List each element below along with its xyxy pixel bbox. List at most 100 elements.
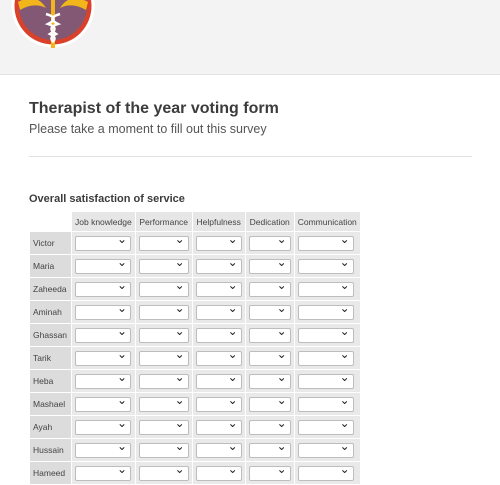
rating-select[interactable]: ⌄ (138, 346, 189, 366)
rating-select[interactable]: ⌄ (138, 392, 189, 412)
chevron-down-icon: ⌄ (339, 392, 350, 407)
rating-select[interactable]: ⌄ (75, 463, 131, 481)
chevron-down-icon: ⌄ (227, 392, 238, 407)
rating-select[interactable]: ⌄ (138, 302, 189, 320)
matrix-cell: ⌄ (135, 255, 192, 277)
rating-select[interactable]: ⌄ (75, 348, 131, 366)
matrix-corner (30, 212, 71, 231)
rating-select[interactable]: ⌄ (297, 371, 354, 389)
rating-select[interactable]: ⌄ (195, 392, 242, 412)
chevron-down-icon: ⌄ (174, 346, 185, 361)
row-label: Tarik (30, 347, 71, 369)
matrix-cell: ⌄ (135, 370, 192, 392)
rating-select[interactable]: ⌄ (195, 348, 242, 366)
matrix-cell: ⌄ (294, 232, 360, 254)
chevron-down-icon: ⌄ (174, 415, 185, 430)
rating-select[interactable]: ⌄ (248, 371, 291, 389)
rating-select[interactable]: ⌄ (248, 417, 291, 435)
rating-select[interactable]: ⌄ (75, 415, 131, 435)
matrix-header-row: Job knowledge Performance Helpfulness Dedic… (30, 212, 360, 231)
chevron-down-icon: ⌄ (227, 438, 238, 453)
chevron-down-icon: ⌄ (174, 231, 185, 246)
matrix-cell: ⌄ (72, 370, 135, 392)
rating-select[interactable]: ⌄ (297, 392, 354, 412)
rating-select[interactable]: ⌄ (138, 438, 189, 458)
matrix-cell: ⌄ (192, 324, 245, 346)
rating-select[interactable]: ⌄ (75, 254, 131, 274)
matrix-cell: ⌄ (245, 393, 294, 415)
rating-select[interactable]: ⌄ (297, 277, 354, 297)
rating-select[interactable]: ⌄ (248, 348, 291, 366)
rating-select[interactable]: ⌄ (297, 256, 354, 274)
matrix-cell: ⌄ (72, 347, 135, 369)
rating-select[interactable]: ⌄ (138, 463, 189, 481)
rating-select[interactable]: ⌄ (248, 302, 291, 320)
chevron-down-icon: ⌄ (276, 438, 287, 453)
rating-select[interactable]: ⌄ (297, 325, 354, 343)
matrix-cell: ⌄ (72, 416, 135, 438)
section-title: Overall satisfaction of service (29, 193, 185, 205)
matrix-cell: ⌄ (72, 255, 135, 277)
rating-select[interactable]: ⌄ (297, 302, 354, 320)
rating-select[interactable]: ⌄ (297, 417, 354, 435)
rating-select[interactable]: ⌄ (195, 369, 242, 389)
rating-select[interactable]: ⌄ (75, 394, 131, 412)
chevron-down-icon: ⌄ (174, 392, 185, 407)
rating-select[interactable]: ⌄ (75, 323, 131, 343)
rating-select[interactable]: ⌄ (297, 233, 354, 251)
rating-select[interactable]: ⌄ (297, 348, 354, 366)
rating-select[interactable]: ⌄ (75, 279, 131, 297)
rating-select[interactable]: ⌄ (138, 256, 189, 274)
rating-select[interactable]: ⌄ (195, 302, 242, 320)
matrix-row: Hussain ⌄ ⌄ ⌄ ⌄ ⌄ (30, 439, 360, 461)
chevron-down-icon: ⌄ (116, 254, 127, 269)
rating-select[interactable]: ⌄ (195, 438, 242, 458)
rating-select[interactable]: ⌄ (297, 440, 354, 458)
rating-select[interactable]: ⌄ (195, 256, 242, 274)
rating-select[interactable]: ⌄ (138, 371, 189, 389)
row-label: Ghassan (30, 324, 71, 346)
chevron-down-icon: ⌄ (116, 369, 127, 384)
chevron-down-icon: ⌄ (116, 415, 127, 430)
rating-select[interactable]: ⌄ (138, 279, 189, 297)
matrix-row: Zaheeda ⌄ ⌄ ⌄ ⌄ ⌄ (30, 278, 360, 300)
rating-select[interactable]: ⌄ (195, 279, 242, 297)
rating-select[interactable]: ⌄ (75, 440, 131, 458)
chevron-down-icon: ⌄ (227, 231, 238, 246)
chevron-down-icon: ⌄ (339, 461, 350, 476)
matrix-cell: ⌄ (245, 416, 294, 438)
chevron-down-icon: ⌄ (227, 461, 238, 476)
chevron-down-icon: ⌄ (227, 369, 238, 384)
chevron-down-icon: ⌄ (276, 231, 287, 246)
matrix-cell: ⌄ (294, 392, 360, 415)
rating-select[interactable]: ⌄ (248, 279, 291, 297)
rating-select[interactable]: ⌄ (248, 325, 291, 343)
rating-select[interactable]: ⌄ (75, 233, 131, 251)
matrix-cell: ⌄ (294, 277, 360, 300)
chevron-down-icon: ⌄ (116, 323, 127, 338)
rating-select[interactable]: ⌄ (248, 231, 291, 251)
chevron-down-icon: ⌄ (339, 277, 350, 292)
rating-select[interactable]: ⌄ (297, 461, 354, 481)
chevron-down-icon: ⌄ (276, 461, 287, 476)
rating-select[interactable]: ⌄ (138, 231, 189, 251)
rating-select[interactable]: ⌄ (248, 438, 291, 458)
chevron-down-icon: ⌄ (174, 438, 185, 453)
rating-select[interactable]: ⌄ (75, 302, 131, 320)
rating-select[interactable]: ⌄ (248, 394, 291, 412)
matrix-cell: ⌄ (135, 346, 192, 369)
rating-select[interactable]: ⌄ (195, 417, 242, 435)
matrix-row: Heba ⌄ ⌄ ⌄ ⌄ ⌄ (30, 370, 360, 392)
rating-select[interactable]: ⌄ (195, 325, 242, 343)
rating-select[interactable]: ⌄ (248, 461, 291, 481)
rating-select[interactable]: ⌄ (138, 415, 189, 435)
rating-select[interactable]: ⌄ (138, 325, 189, 343)
column-header: Job knowledge (72, 212, 135, 231)
rating-select[interactable]: ⌄ (248, 256, 291, 274)
matrix-row: Mashael ⌄ ⌄ ⌄ ⌄ ⌄ (30, 393, 360, 415)
rating-select[interactable]: ⌄ (195, 461, 242, 481)
matrix-cell: ⌄ (72, 324, 135, 346)
rating-select[interactable]: ⌄ (75, 369, 131, 389)
matrix-cell: ⌄ (135, 415, 192, 438)
rating-select[interactable]: ⌄ (195, 231, 242, 251)
